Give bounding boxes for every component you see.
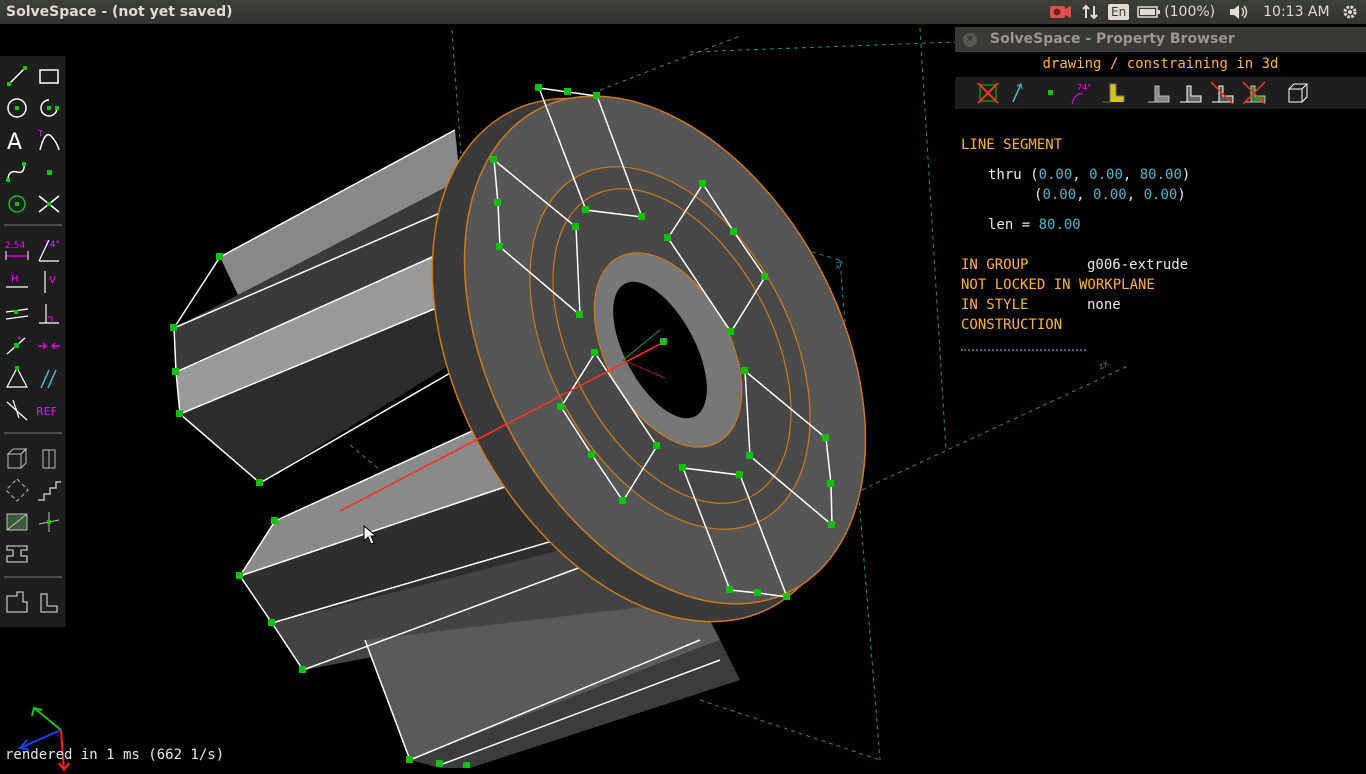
entity-type: LINE SEGMENT [961,137,1063,153]
same-orientation-icon[interactable] [35,364,63,392]
thru-row-2: (0.00, 0.00, 0.00) [1034,187,1186,203]
bezier-icon[interactable] [3,158,31,186]
in-style-label: IN STYLE [961,297,1029,313]
line-icon[interactable] [3,62,31,90]
vertical-label: V [49,275,56,286]
workplanes-visibility-icon[interactable] [975,80,1001,106]
angle-icon[interactable]: 74° [35,236,63,264]
workplane-icon[interactable] [3,190,31,218]
constraints-angle-label: 74° [1077,83,1091,92]
lathe-icon[interactable] [3,540,31,568]
construction-label: CONSTRUCTION [961,317,1063,333]
arc-icon[interactable] [35,94,63,122]
p2-z[interactable]: 0.00 [1144,187,1178,203]
len-value[interactable]: 80.00 [1039,217,1081,233]
visibility-toolbar: 74° [955,77,1366,109]
mouse-cursor-icon [363,525,377,545]
len-row: len = 80.00 [988,217,1081,233]
len-label: len = [988,217,1031,233]
locked-label: NOT LOCKED IN WORKPLANE [961,277,1155,293]
shaded-visibility-icon[interactable] [1145,80,1171,106]
mode-text: drawing / constraining in 3d [1042,56,1279,72]
text-icon[interactable]: A [3,126,31,154]
rectangle-icon[interactable] [35,62,63,90]
link-icon[interactable] [35,588,63,616]
symmetric-icon[interactable] [35,332,63,360]
thru-row: thru (0.00, 0.00, 80.00) [988,167,1191,183]
distance-icon[interactable]: 2.54 [3,236,31,264]
distance-label: 2.54 [5,241,25,251]
assemble-icon[interactable] [3,588,31,616]
horizontal-label: H [11,274,19,285]
volume-icon[interactable] [1229,4,1249,20]
tangent-arc-icon[interactable]: T [35,126,63,154]
in-group-value[interactable]: g006-extrude [1087,257,1188,273]
p1-y[interactable]: 0.00 [1089,167,1123,183]
step-translate-icon[interactable] [35,476,63,504]
mesh-visibility-icon[interactable] [1241,80,1267,106]
circle-icon[interactable] [3,94,31,122]
other-angle-icon[interactable] [3,396,31,424]
property-browser: ✕ SolveSpace - Property Browser drawing … [955,27,1366,357]
normals-visibility-icon[interactable] [1005,80,1031,106]
in-group-label: IN GROUP [961,257,1029,273]
vertical-icon[interactable]: V [35,268,63,296]
p1-z[interactable]: 80.00 [1140,167,1182,183]
point-on-icon[interactable]: • [3,332,31,360]
svg-text:xy: xy [833,258,845,271]
reference-icon[interactable]: REF [35,396,63,424]
parallel-icon[interactable] [3,300,31,328]
p1-x[interactable]: 0.00 [1039,167,1073,183]
toolbar-separator [4,576,62,578]
keyboard-layout-indicator[interactable]: En [1108,4,1130,20]
record-icon[interactable] [1050,5,1072,19]
point-icon[interactable] [35,158,63,186]
extrude-icon[interactable] [3,508,31,536]
p2-x[interactable]: 0.00 [1042,187,1076,203]
constraints-visibility-icon[interactable]: 74° [1069,80,1095,106]
outlines-visibility-icon[interactable] [1209,80,1235,106]
edges-visibility-icon[interactable] [1177,80,1203,106]
toolbar-separator [4,224,62,226]
gear-icon[interactable] [1342,4,1358,20]
render-status: rendered in 1 ms (662 1/s) [5,747,225,763]
revolve-icon[interactable] [35,508,63,536]
svg-text:T: T [37,129,43,138]
close-icon[interactable]: ✕ [963,33,977,47]
reference-label: REF [36,405,57,418]
svg-text:A: A [7,130,22,154]
svg-text:zx: zx [1097,358,1112,372]
truncated-link[interactable] [961,349,1086,353]
faces-visibility-icon[interactable] [1100,80,1126,106]
battery-icon[interactable] [1137,6,1161,18]
horizontal-icon[interactable]: H [3,268,31,296]
network-icon[interactable] [1082,4,1098,20]
sketch-3d-icon[interactable] [3,444,31,472]
toolbar: A T 2.54 74° H V • REF [0,56,66,627]
clock[interactable]: 10:13 AM [1263,4,1329,20]
perpendicular-icon[interactable] [35,300,63,328]
property-browser-titlebar[interactable]: ✕ SolveSpace - Property Browser [955,27,1366,52]
step-rotate-icon[interactable] [3,476,31,504]
sketch-workplane-icon[interactable] [35,444,63,472]
in-style-value[interactable]: none [1087,297,1121,313]
perspective-visibility-icon[interactable] [1285,80,1311,106]
tray: En (100%) 10:13 AM [1050,0,1358,24]
thru-label: thru [988,167,1022,183]
svg-text:•: • [17,334,22,343]
property-browser-title: SolveSpace - Property Browser [990,31,1235,47]
top-panel: SolveSpace - (not yet saved) En (100%) 1… [0,0,1366,24]
toolbar-separator [4,432,62,434]
battery-percent: (100%) [1164,4,1216,20]
points-visibility-icon[interactable] [1038,80,1064,106]
split-icon[interactable] [35,190,63,218]
p2-y[interactable]: 0.00 [1093,187,1127,203]
equal-icon[interactable] [3,364,31,392]
window-title: SolveSpace - (not yet saved) [6,4,233,20]
